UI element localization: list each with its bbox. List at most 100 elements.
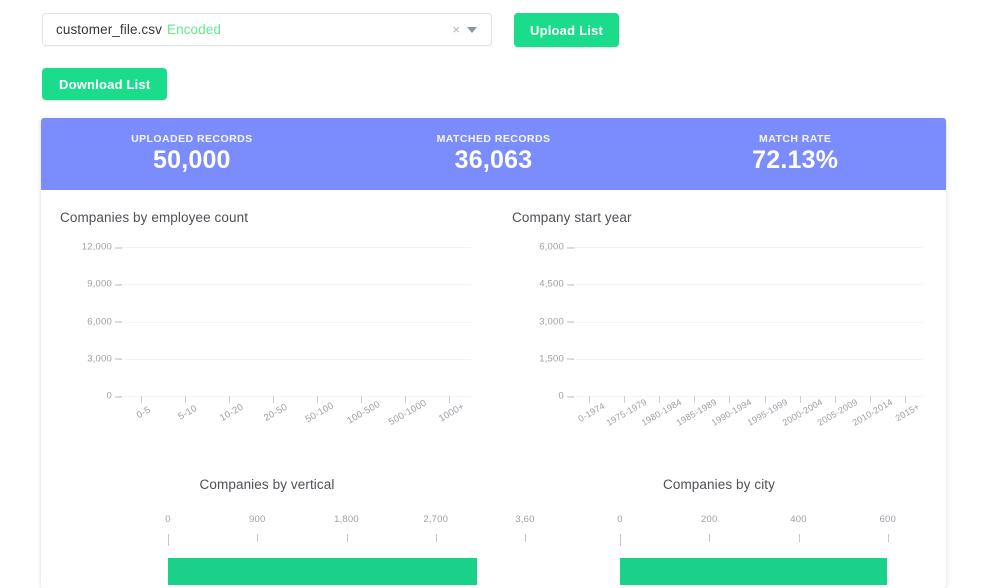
x-label-column: 0-5 xyxy=(119,397,163,439)
chart-title: Companies by employee count xyxy=(41,190,493,225)
x-axis-labels: 0-5 5-10 10-20 20-50 50-100 100-500500-1000 10… xyxy=(119,397,471,439)
x-axis-tick-label: 0 xyxy=(165,514,170,525)
x-axis-labels: 09001,8002,7003,60 xyxy=(168,514,525,530)
y-axis-tick-label: 3,000 xyxy=(539,316,564,327)
x-label-column: 1985-1989 xyxy=(677,397,712,439)
x-axis-tick-label: 10-20 xyxy=(218,402,245,424)
stat-matched-records: MATCHED RECORDS 36,063 xyxy=(343,133,645,175)
plot-area: 03,0006,0009,00012,000 xyxy=(119,247,471,397)
x-axis-tick-label: 0-1974 xyxy=(576,401,606,424)
chart-title: Companies by vertical xyxy=(41,457,493,492)
y-axis-tick-label: 6,000 xyxy=(87,316,112,327)
y-axis-tick-label: 0 xyxy=(559,391,564,402)
bar[interactable] xyxy=(168,558,477,585)
x-label-column: 2005-2009 xyxy=(817,397,852,439)
charts-area: Companies by employee count 03,0006,0009… xyxy=(41,190,946,582)
x-label-column: 20-50 xyxy=(251,397,295,439)
x-axis-tick-label: 500-1000 xyxy=(387,398,429,428)
stat-value: 72.13% xyxy=(644,146,946,175)
x-axis-tick xyxy=(620,534,621,546)
x-axis-tick xyxy=(257,534,258,542)
chart-row-top: Companies by employee count 03,0006,0009… xyxy=(41,190,946,397)
y-axis-tick-label: 3,000 xyxy=(87,353,112,364)
chart-companies-by-employee-count: Companies by employee count 03,0006,0009… xyxy=(41,190,493,397)
toolbar: customer_file.csv Encoded × Upload List … xyxy=(0,0,1000,100)
x-label-column: 1000+ xyxy=(427,397,471,439)
x-axis-tick-label: 0-5 xyxy=(135,404,153,421)
x-label-column: 50-100 xyxy=(295,397,339,439)
x-label-column: 10-20 xyxy=(207,397,251,439)
x-axis-tick-label: 5-10 xyxy=(176,403,199,422)
x-axis-tick-label: 0 xyxy=(617,514,622,525)
vertical-bar-chart: 03,0006,0009,00012,000 0-55-1010-2020-50… xyxy=(41,247,493,397)
x-label-column: 0-1974 xyxy=(571,397,606,439)
chart-companies-by-city: Companies by city 020040060080C xyxy=(493,457,945,582)
x-axis-tick-label: 100-500 xyxy=(345,399,382,427)
horizontal-bar-chart: 09001,8002,7003,60 xyxy=(41,514,493,582)
stat-value: 36,063 xyxy=(343,146,645,175)
bars xyxy=(119,247,471,396)
y-axis-tick-label: 9,000 xyxy=(87,279,112,290)
x-label-column: 100-500 xyxy=(339,397,383,439)
stat-label: MATCHED RECORDS xyxy=(343,133,645,145)
file-select[interactable]: customer_file.csv Encoded × xyxy=(42,13,492,46)
x-label-column: 1990-1994 xyxy=(712,397,747,439)
x-axis-tick-label: 2,700 xyxy=(423,514,448,525)
x-label-column: 5-10 xyxy=(163,397,207,439)
x-axis-tick xyxy=(799,534,800,542)
upload-list-button[interactable]: Upload List xyxy=(514,13,619,47)
x-label-column: 1995-1999 xyxy=(747,397,782,439)
download-list-button[interactable]: Download List xyxy=(42,68,167,100)
x-axis-tick xyxy=(347,534,348,542)
chart-row-bottom: Companies by vertical 09001,8002,7003,60… xyxy=(41,457,946,582)
x-label-column: 2015+ xyxy=(888,397,923,439)
x-label-column: 2000-2004 xyxy=(782,397,817,439)
bars xyxy=(571,247,923,396)
y-axis-tick-label: 4,500 xyxy=(539,279,564,290)
stat-uploaded-records: UPLOADED RECORDS 50,000 xyxy=(41,133,343,175)
close-icon[interactable]: × xyxy=(445,23,467,36)
y-axis-tick-label: 6,000 xyxy=(539,242,564,253)
y-axis-tick-label: 0 xyxy=(107,391,112,402)
y-axis-tick-label: 12,000 xyxy=(82,242,112,253)
x-axis-tick-label: 2015+ xyxy=(894,401,922,423)
x-axis-tick xyxy=(709,534,710,542)
chart-company-start-year: Company start year 01,5003,0004,5006,000… xyxy=(493,190,945,397)
x-axis-labels: 020040060080C xyxy=(620,514,946,530)
x-axis-tick-label: 50-100 xyxy=(304,400,336,425)
stat-label: UPLOADED RECORDS xyxy=(41,133,343,145)
x-axis-tick-label: 400 xyxy=(790,514,806,525)
horizontal-bar-chart: 020040060080C xyxy=(493,514,945,582)
results-card: UPLOADED RECORDS 50,000 MATCHED RECORDS … xyxy=(41,118,946,588)
x-axis-tick-label: 200 xyxy=(701,514,717,525)
x-axis-tick-label: 1000+ xyxy=(437,401,466,424)
x-label-column: 1975-1979 xyxy=(606,397,641,439)
y-axis-tick-label: 1,500 xyxy=(539,353,564,364)
stat-match-rate: MATCH RATE 72.13% xyxy=(644,133,946,175)
x-axis-labels: 0-19741975-19791980-19841985-19891990-19… xyxy=(571,397,923,439)
toolbar-row-primary: customer_file.csv Encoded × Upload List xyxy=(42,13,1000,47)
x-label-column: 2010-2014 xyxy=(853,397,888,439)
x-axis-tick xyxy=(888,534,889,542)
file-status-label: Encoded xyxy=(167,22,221,37)
x-axis-tick-label: 600 xyxy=(880,514,896,525)
chart-title: Company start year xyxy=(493,190,945,225)
plot-area: 01,5003,0004,5006,000 xyxy=(571,247,923,397)
x-label-column: 1980-1984 xyxy=(641,397,676,439)
selected-filename: customer_file.csv xyxy=(56,22,162,37)
x-axis-tick-label: 20-50 xyxy=(262,402,289,424)
x-axis-tick xyxy=(168,534,169,546)
bar[interactable] xyxy=(620,558,887,585)
stat-label: MATCH RATE xyxy=(644,133,946,145)
vertical-bar-chart: 01,5003,0004,5006,000 0-19741975-1979198… xyxy=(493,247,945,397)
x-axis-tick-label: 900 xyxy=(249,514,265,525)
bars xyxy=(168,555,477,585)
stats-banner: UPLOADED RECORDS 50,000 MATCHED RECORDS … xyxy=(41,118,946,190)
x-axis-tick xyxy=(436,534,437,542)
chevron-down-icon[interactable] xyxy=(467,27,477,33)
chart-companies-by-vertical: Companies by vertical 09001,8002,7003,60 xyxy=(41,457,493,582)
bars xyxy=(620,555,929,585)
x-axis-tick-label: 1,800 xyxy=(334,514,359,525)
chart-title: Companies by city xyxy=(493,457,945,492)
x-label-column: 500-1000 xyxy=(383,397,427,439)
